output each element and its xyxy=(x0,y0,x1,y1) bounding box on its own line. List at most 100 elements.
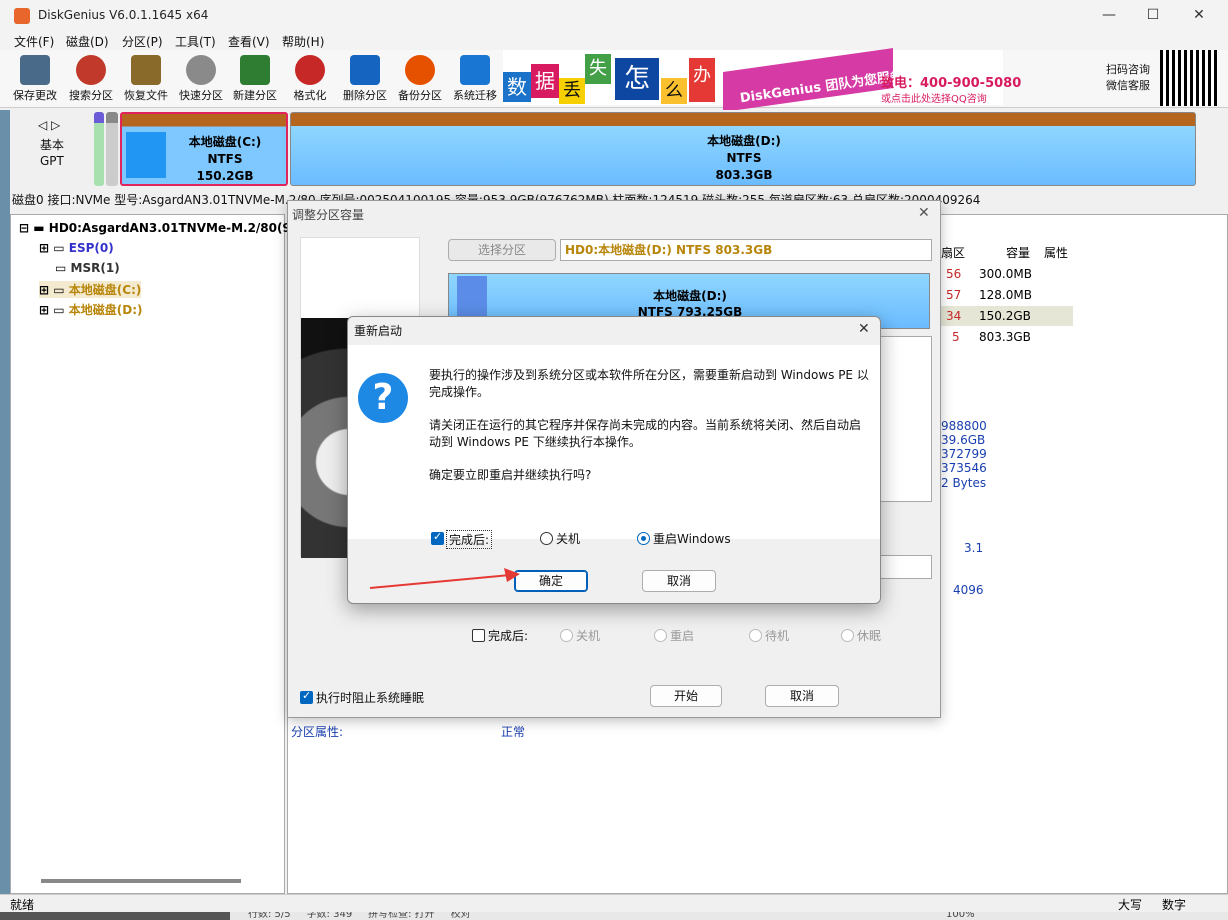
restart-message-2: 完成操作。 xyxy=(429,385,490,399)
window-edge xyxy=(0,110,10,920)
menu-partition[interactable]: 分区(P) xyxy=(122,33,163,50)
detail-value: 3.1 xyxy=(964,541,984,555)
after-completion-checkbox[interactable] xyxy=(472,629,485,642)
question-icon: ? xyxy=(358,373,408,423)
partition-c[interactable]: 本地磁盘(C:) NTFS 150.2GB xyxy=(120,112,288,186)
detail-value: 4096 xyxy=(953,583,984,597)
format-button[interactable]: 格式化 xyxy=(281,52,339,106)
partition-d[interactable]: 本地磁盘(D:) NTFS 803.3GB xyxy=(290,112,1196,186)
expand-icon[interactable]: ⊞ xyxy=(39,283,49,297)
after-completion-label: 完成后: xyxy=(446,530,493,549)
close-icon[interactable]: ✕ xyxy=(858,321,870,337)
radio-shutdown[interactable] xyxy=(540,532,553,545)
collapse-icon[interactable]: ⊟ xyxy=(19,221,29,235)
banner-phone: 致电：400-900-5080 xyxy=(881,76,1022,91)
selected-partition-field: HD0:本地磁盘(D:) NTFS 803.3GB xyxy=(560,239,932,261)
partition-d-fs: NTFS xyxy=(726,151,762,165)
quick-partition-icon xyxy=(186,55,216,85)
banner-tile: 么 xyxy=(661,78,687,104)
grid-cell: 34 xyxy=(946,309,962,323)
tree-item-d[interactable]: ⊞ ▭ 本地磁盘(D:) xyxy=(39,301,143,318)
restart-dialog-title: 重新启动 xyxy=(354,324,403,338)
delete-partition-icon xyxy=(350,55,380,85)
window-title: DiskGenius V6.0.1.1645 x64 xyxy=(38,8,209,22)
menu-tools[interactable]: 工具(T) xyxy=(175,33,216,50)
menu-disk[interactable]: 磁盘(D) xyxy=(66,33,109,50)
banner-qq: 或点击此处选择QQ咨询 xyxy=(881,94,987,105)
disk-type: 基本 xyxy=(40,138,65,152)
backup-partition-button[interactable]: 备份分区 xyxy=(391,52,449,106)
partition-icon: ▭ xyxy=(55,261,67,275)
radio-restart-windows-label: 重启Windows xyxy=(653,532,731,546)
new-partition-icon xyxy=(240,55,270,85)
partition-esp[interactable] xyxy=(94,112,104,186)
banner-tile: 办 xyxy=(689,58,715,102)
banner-tile: 怎 xyxy=(615,58,659,100)
detail-value: 373546 xyxy=(941,461,987,475)
restart-cancel-button[interactable]: 取消 xyxy=(642,570,716,592)
grid-cell: 5 xyxy=(952,330,960,344)
quick-partition-button[interactable]: 快速分区 xyxy=(172,52,230,106)
prevent-sleep-label: 执行时阻止系统睡眠 xyxy=(316,691,425,705)
tree-scrollbar[interactable] xyxy=(41,879,241,883)
close-icon[interactable]: ✕ xyxy=(918,205,930,221)
prevent-sleep-checkbox[interactable]: ✓ xyxy=(300,689,313,704)
save-changes-button[interactable]: 保存更改 xyxy=(6,52,64,106)
tree-item-c[interactable]: ⊞ ▭ 本地磁盘(C:) xyxy=(39,281,142,298)
new-partition-button[interactable]: 新建分区 xyxy=(226,52,284,106)
disk-icon: ▬ xyxy=(33,221,45,235)
radio-restart-windows[interactable] xyxy=(637,532,650,545)
partition-d-name: 本地磁盘(D:) xyxy=(707,134,781,148)
background-taskbar: 行数: 5/5 字数: 349 拼写检查: 打开 校对 100% xyxy=(0,912,1228,920)
restart-message-3: 请关闭正在运行的其它程序并保存尚未完成的内容。当前系统将关闭、然后自动启 xyxy=(429,418,862,432)
recover-files-button[interactable]: 恢复文件 xyxy=(117,52,175,106)
menu-help[interactable]: 帮助(H) xyxy=(282,33,324,50)
radio-shutdown[interactable] xyxy=(560,629,573,642)
radio-standby-label: 待机 xyxy=(765,629,790,643)
system-migrate-button[interactable]: 系统迁移 xyxy=(446,52,504,106)
banner-tile: 据 xyxy=(531,64,559,98)
ad-banner[interactable]: 数 据 丢 失 怎 么 办 DiskGenius 团队为您服务 致电：400-9… xyxy=(503,48,1021,112)
caps-indicator: 大写 xyxy=(1118,898,1143,912)
grid-cell: 57 xyxy=(946,288,962,302)
minimize-button[interactable]: — xyxy=(1086,0,1132,30)
qr-code-icon[interactable] xyxy=(1160,50,1218,106)
grid-cell: 300.0MB xyxy=(979,267,1032,281)
disk-nav-arrows-icon[interactable]: ◁ ▷ xyxy=(38,118,60,132)
detail-value: 正常 xyxy=(501,725,526,739)
maximize-button[interactable]: ☐ xyxy=(1130,0,1176,30)
expand-icon[interactable]: ⊞ xyxy=(39,241,49,255)
resize-cancel-button[interactable]: 取消 xyxy=(765,685,839,707)
tree-item-msr[interactable]: ▭ MSR(1) xyxy=(55,261,120,275)
radio-restart-label: 重启 xyxy=(670,629,695,643)
start-button[interactable]: 开始 xyxy=(650,685,722,707)
grid-cell: 128.0MB xyxy=(979,288,1032,302)
grid-header: 扇区 xyxy=(941,246,966,260)
radio-shutdown-label: 关机 xyxy=(556,532,581,546)
tree-item-esp[interactable]: ⊞ ▭ ESP(0) xyxy=(39,241,114,255)
close-window-button[interactable]: ✕ xyxy=(1176,0,1222,30)
detail-value: 39.6GB xyxy=(941,433,986,447)
detail-value: 2 Bytes xyxy=(941,476,987,490)
num-indicator: 数字 xyxy=(1162,898,1187,912)
background-zoom: 100% xyxy=(946,912,975,920)
select-partition-button[interactable]: 选择分区 xyxy=(448,239,556,261)
radio-restart[interactable] xyxy=(654,629,667,642)
tree-root[interactable]: ⊟ ▬ HD0:AsgardAN3.01TNVMe-M.2/80(95 xyxy=(19,221,299,235)
status-text: 就绪 xyxy=(10,898,35,912)
search-partition-button[interactable]: 搜索分区 xyxy=(62,52,120,106)
size-options-panel xyxy=(880,336,932,502)
after-completion-checkbox[interactable]: ✓ xyxy=(431,530,444,545)
partition-c-name: 本地磁盘(C:) xyxy=(188,135,262,149)
menu-file[interactable]: 文件(F) xyxy=(14,33,54,50)
delete-partition-button[interactable]: 删除分区 xyxy=(336,52,394,106)
radio-hibernate[interactable] xyxy=(841,629,854,642)
size-input[interactable] xyxy=(880,555,932,579)
radio-standby[interactable] xyxy=(749,629,762,642)
expand-icon[interactable]: ⊞ xyxy=(39,303,49,317)
partition-icon: ▭ xyxy=(53,303,65,317)
radio-shutdown-label: 关机 xyxy=(576,629,601,643)
disk-style: GPT xyxy=(40,154,64,168)
menu-view[interactable]: 查看(V) xyxy=(228,33,270,50)
partition-msr[interactable] xyxy=(106,112,118,186)
